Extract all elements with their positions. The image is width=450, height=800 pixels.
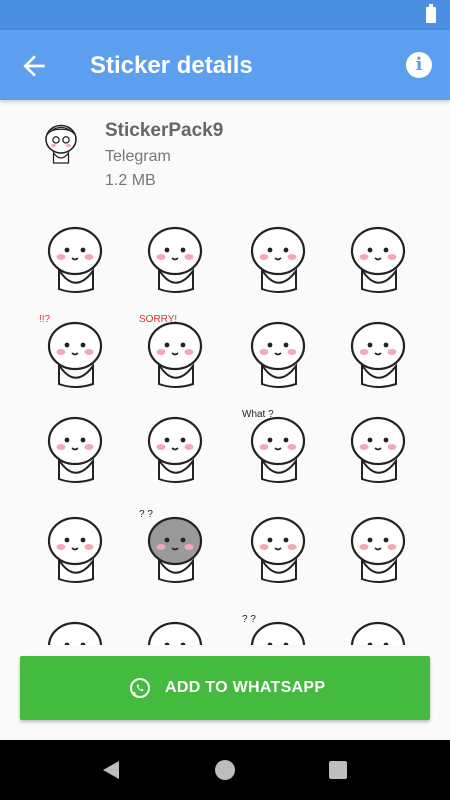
sticker-hands-cheeks[interactable] — [238, 215, 318, 295]
sticker-surprised-exclaim-annotation: !!? — [39, 314, 51, 325]
sticker-grid: !!? SORRY! What ? ? ? ? ? — [20, 205, 430, 645]
sticker-partial-3[interactable]: ? ? — [238, 610, 318, 645]
sticker-grey-confused-chair[interactable]: ? ? — [135, 505, 215, 585]
sticker-sorry-annotation: SORRY! — [139, 314, 177, 325]
sticker-partial-3-annotation: ? ? — [242, 614, 256, 625]
pack-header: StickerPack9 Telegram 1.2 MB — [0, 100, 450, 200]
sticker-what-lying[interactable]: What ? — [238, 405, 318, 485]
page-title: Sticker details — [90, 52, 253, 79]
info-icon[interactable]: i — [406, 52, 432, 78]
sticker-sweat-drop[interactable] — [338, 505, 418, 585]
app-bar: Sticker details i — [0, 30, 450, 100]
sticker-eating-noodles[interactable] — [338, 310, 418, 390]
pack-publisher: Telegram — [105, 148, 171, 165]
sticker-partial-2[interactable] — [135, 610, 215, 645]
system-nav-bar — [0, 740, 450, 800]
sticker-surprised-exclaim[interactable]: !!? — [35, 310, 115, 390]
sticker-beanbag[interactable] — [238, 505, 318, 585]
pack-size: 1.2 MB — [105, 172, 156, 189]
sticker-partial-4[interactable] — [338, 610, 418, 645]
sticker-grey-confused-chair-annotation: ? ? — [139, 509, 153, 520]
sticker-heart-blush[interactable] — [135, 405, 215, 485]
sticker-driving[interactable] — [338, 215, 418, 295]
add-to-whatsapp-button[interactable]: ADD TO WHATSAPP — [20, 656, 430, 720]
arrow-back-icon[interactable] — [18, 50, 50, 82]
add-to-whatsapp-label: ADD TO WHATSAPP — [165, 679, 326, 696]
sticker-beard-phone[interactable] — [238, 310, 318, 390]
pack-name: StickerPack9 — [105, 120, 224, 141]
sticker-sorry[interactable]: SORRY! — [135, 310, 215, 390]
sticker-grandma-fan[interactable] — [35, 215, 115, 295]
sticker-scale-eating[interactable] — [35, 405, 115, 485]
sticker-partial-1[interactable] — [35, 610, 115, 645]
sticker-crying[interactable] — [35, 505, 115, 585]
sticker-old-man-cane[interactable] — [135, 215, 215, 295]
status-bar — [0, 0, 450, 30]
nav-home-icon[interactable] — [215, 760, 235, 780]
sticker-what-lying-annotation: What ? — [242, 409, 274, 420]
whatsapp-icon — [130, 678, 150, 698]
battery-icon — [426, 4, 436, 23]
nav-recents-icon[interactable] — [329, 761, 347, 779]
nav-back-icon[interactable] — [101, 760, 121, 780]
tray-icon — [45, 124, 77, 164]
sticker-long-nose[interactable] — [338, 405, 418, 485]
